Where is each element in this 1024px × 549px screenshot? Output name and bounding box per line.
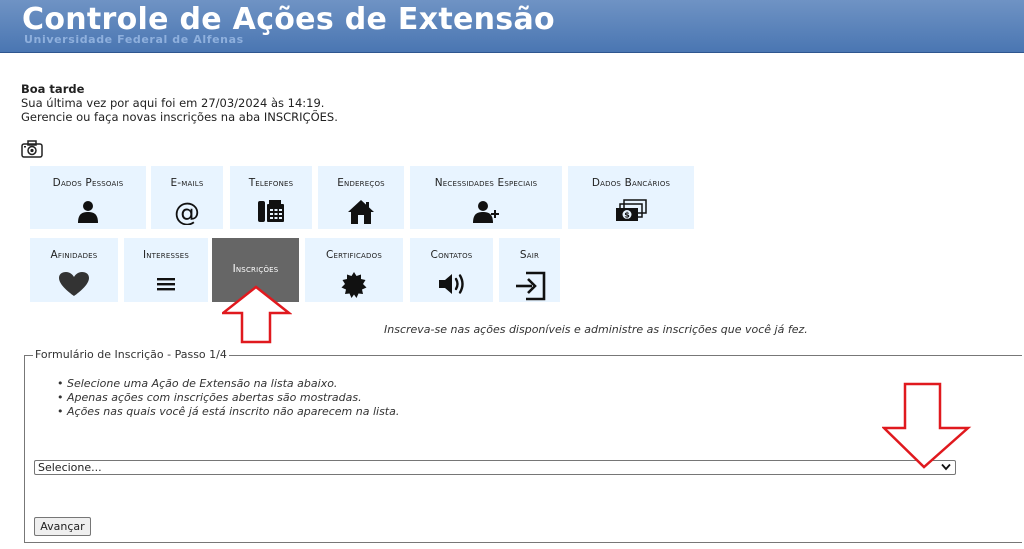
app-subtitle: Universidade Federal de Alfenas [24,33,244,46]
tab-label: E-mails [170,177,204,189]
tab-label: Certificados [326,249,382,261]
tab-label: Sair [519,249,540,261]
greeting-instruction: Gerencie ou faça novas inscrições na aba… [21,110,338,124]
svg-text:@: @ [174,199,200,225]
annotation-down-arrow-icon [882,382,972,469]
seal-icon [341,272,367,298]
select-value: Selecione... [38,461,102,474]
tab-label: Afinidades [50,249,98,261]
tab-dados-pessoais[interactable]: Dados Pessoais [30,166,146,229]
tab-label: Contatos [430,249,473,261]
tab-interesses[interactable]: Interesses [124,238,208,302]
form-instructions: Selecione uma Ação de Extensão na lista … [57,377,399,419]
instruction-item: Apenas ações com inscrições abertas são … [57,391,399,405]
camera-icon[interactable] [21,140,43,158]
person-icon [78,201,98,223]
tab-label: Endereços [337,177,385,189]
logout-icon [515,271,545,301]
menu-icon [157,278,175,291]
tab-label: Interesses [142,249,190,261]
tab-label: Necessidades Especiais [434,177,538,189]
at-icon: @ [174,199,200,225]
tab-label: Dados Bancários [591,177,671,189]
extension-action-select[interactable]: Selecione... [34,460,956,475]
tab-label: Inscrições [232,263,279,275]
greeting-block: Boa tarde Sua última vez por aqui foi em… [21,82,338,124]
page-hint: Inscreva-se nas ações disponíveis e admi… [384,323,808,336]
instruction-item: Selecione uma Ação de Extensão na lista … [57,377,399,391]
form-legend: Formulário de Inscrição - Passo 1/4 [33,348,229,361]
home-icon [348,200,374,224]
tab-contatos[interactable]: Contatos [410,238,493,302]
speaker-icon [438,274,464,294]
tab-certificados[interactable]: Certificados [305,238,403,302]
person-plus-icon [473,201,499,223]
annotation-up-arrow-icon [222,285,292,344]
last-visit-text: Sua última vez por aqui foi em 27/03/202… [21,96,325,110]
tab-necessidades-especiais[interactable]: Necessidades Especiais [410,166,562,229]
money-icon: $ [616,199,647,221]
app-header: Controle de Ações de Extensão Universida… [0,0,1024,53]
tab-afinidades[interactable]: Afinidades [30,238,118,302]
instruction-item: Ações nas quais você já está inscrito nã… [57,405,399,419]
next-button[interactable]: Avançar [34,517,91,536]
tab-enderecos[interactable]: Endereços [318,166,404,229]
tab-sair[interactable]: Sair [499,238,560,302]
heart-icon [59,272,89,296]
tab-label: Telefones [248,177,294,189]
tab-label: Dados Pessoais [52,177,124,189]
svg-text:$: $ [624,211,630,220]
fax-phone-icon [258,200,284,222]
greeting-hello: Boa tarde [21,82,85,96]
tab-telefones[interactable]: Telefones [230,166,312,229]
tab-emails[interactable]: E-mails @ [151,166,223,229]
app-title: Controle de Ações de Extensão [22,2,555,37]
tab-dados-bancarios[interactable]: Dados Bancários $ [568,166,694,229]
